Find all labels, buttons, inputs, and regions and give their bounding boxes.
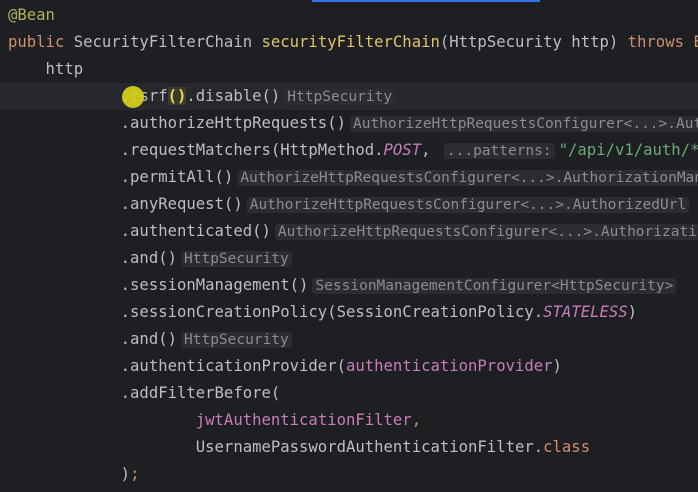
type-hint: HttpSecurity (181, 332, 292, 348)
code-token: http (8, 60, 84, 78)
code-editor[interactable]: @Bean public SecurityFilterChain security… (0, 0, 698, 492)
type-hint: AuthorizeHttpRequestsConfigurer<...>.Aut… (349, 116, 698, 132)
code-line[interactable]: .and() HttpSecurity (0, 245, 698, 272)
code-token: .requestMatchers(HttpMethod. (8, 141, 384, 159)
code-line[interactable]: .authenticated() AuthorizeHttpRequestsCon… (0, 218, 698, 245)
code-token: class (543, 438, 591, 456)
code-token: STATELESS (543, 303, 628, 321)
code-line[interactable]: ); (0, 461, 698, 488)
code-token: ) (120, 465, 131, 483)
code-token: . (8, 87, 131, 105)
code-token: throws Exception { (627, 33, 698, 51)
code-token: @Bean (8, 6, 55, 24)
code-token: securityFilterChain (261, 33, 440, 51)
code-line[interactable]: http (0, 56, 698, 83)
code-token: , (411, 411, 422, 429)
code-token: POST (383, 141, 422, 159)
code-line[interactable]: .sessionManagement() SessionManagementCon… (0, 272, 698, 299)
code-token: , (421, 141, 440, 159)
code-token: .authenticated() (8, 222, 271, 240)
code-token: .disable() (186, 87, 281, 105)
code-line[interactable]: .csrf().disable() HttpSecurity (0, 83, 698, 110)
code-token: .sessionCreationPolicy(SessionCreationPo… (8, 303, 544, 321)
mouse-cursor-highlight (122, 86, 144, 108)
code-token: UsernamePasswordAuthenticationFilter. (8, 438, 544, 456)
code-token: .permitAll() (8, 168, 234, 186)
type-hint: AuthorizeHttpRequestsConfigurer<...>.Aut… (246, 197, 690, 213)
code-token: SecurityFilterChain (73, 33, 262, 51)
code-token: .and() (8, 330, 177, 348)
code-line[interactable]: .addFilterBefore( (0, 380, 698, 407)
code-token: .addFilterBefore( (8, 384, 281, 402)
matched-brackets: () (167, 87, 187, 105)
code-token: ) (552, 357, 562, 375)
code-token: "/api/v1/auth/**") (558, 141, 698, 159)
code-line[interactable]: .anyRequest() AuthorizeHttpRequestsConfig… (0, 191, 698, 218)
code-line[interactable]: .sessionCreationPolicy(SessionCreationPo… (0, 299, 698, 326)
code-line[interactable]: .and() HttpSecurity (0, 326, 698, 353)
type-hint: SessionManagementConfigurer<HttpSecurity… (312, 278, 677, 294)
code-line[interactable]: UsernamePasswordAuthenticationFilter.cla… (0, 434, 698, 461)
type-hint: HttpSecurity (284, 89, 396, 105)
code-line[interactable]: .permitAll() AuthorizeHttpRequestsConfigu… (0, 164, 698, 191)
code-token: jwtAuthenticationFilter (195, 411, 412, 429)
code-token: ) (627, 303, 638, 321)
code-line[interactable]: public SecurityFilterChain securityFilte… (0, 29, 698, 56)
parameter-hint: ...patterns: (443, 143, 555, 159)
code-line[interactable]: @Bean (0, 2, 698, 29)
code-line[interactable]: jwtAuthenticationFilter, (0, 407, 698, 434)
type-hint: AuthorizeHttpRequestsConfigurer<...>.Aut… (237, 170, 698, 186)
code-token: .authorizeHttpRequests() (8, 114, 346, 132)
code-token: .authenticationProvider( (8, 357, 346, 375)
code-token: authenticationProvider (345, 357, 553, 375)
type-hint: HttpSecurity (181, 251, 292, 267)
code-token: .anyRequest() (8, 195, 243, 213)
code-token: (HttpSecurity http) (439, 33, 628, 51)
code-line[interactable]: .requestMatchers(HttpMethod.POST, ...pat… (0, 137, 698, 164)
code-line[interactable]: .authorizeHttpRequests() AuthorizeHttpReq… (0, 110, 698, 137)
code-line[interactable]: .authenticationProvider(authenticationPr… (0, 353, 698, 380)
code-token: public (8, 33, 74, 51)
code-token: .and() (8, 249, 177, 267)
code-token: .sessionManagement() (8, 276, 309, 294)
type-hint: AuthorizeHttpRequestsConfigurer<...>.Aut… (274, 224, 698, 240)
code-token: ; (130, 465, 140, 483)
